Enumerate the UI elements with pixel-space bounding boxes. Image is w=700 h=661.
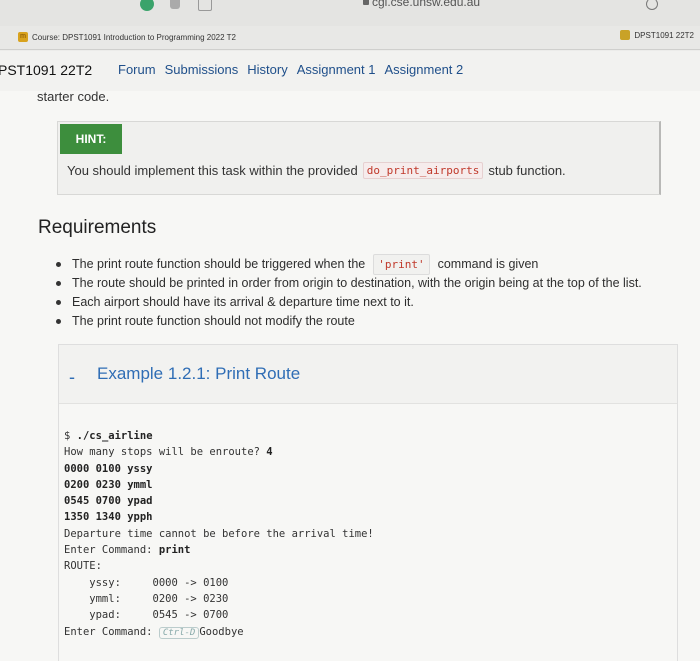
list-item: The route should be printed in order fro… <box>56 274 642 293</box>
req-item-2: The route should be printed in order fro… <box>72 276 642 290</box>
collapse-icon[interactable]: - <box>69 367 75 388</box>
req-item-1-after: command is given <box>437 257 539 271</box>
starter-text: starter code. <box>37 89 110 104</box>
course-code[interactable]: PST1091 22T2 <box>0 62 92 78</box>
hint-title: HINT: <box>60 124 122 154</box>
reader-icon[interactable] <box>198 0 212 11</box>
example-panel: - Example 1.2.1: Print Route $ ./cs_airl… <box>58 344 678 661</box>
hint-text-before: You should implement this task within th… <box>67 163 358 178</box>
req-item-3: Each airport should have its arrival & d… <box>72 295 414 309</box>
tab-dpst[interactable]: DPST1091 22T2 <box>620 30 694 40</box>
terminal-goodbye: Goodbye <box>199 625 244 638</box>
list-item: The print route function should not modi… <box>56 312 642 331</box>
hint-text-after: stub function. <box>488 163 566 178</box>
example-body: $ ./cs_airline How many stops will be en… <box>59 403 677 661</box>
terminal-route-2: ymml: 0200 -> 0230 <box>64 592 229 605</box>
example-title[interactable]: Example 1.2.1: Print Route <box>97 364 300 384</box>
url-text[interactable]: cgi.cse.unsw.edu.au <box>372 0 480 9</box>
terminal-question: How many stops will be enroute? <box>64 446 267 459</box>
grammarly-icon[interactable] <box>140 0 154 11</box>
terminal-output: $ ./cs_airline How many stops will be en… <box>64 428 374 641</box>
hint-box: HINT: You should implement this task wit… <box>57 121 661 195</box>
terminal-error: Departure time cannot be before the arri… <box>64 527 374 540</box>
terminal-route-3: ypad: 0545 -> 0700 <box>64 609 229 622</box>
moodle-favicon-icon: m <box>18 32 28 42</box>
main-content: starter code. HINT: You should implement… <box>0 89 700 661</box>
nav-submissions[interactable]: Submissions <box>165 62 239 77</box>
terminal-input-1: 0000 0100 yssy <box>64 462 153 475</box>
terminal-input-3: 0545 0700 ypad <box>64 495 153 508</box>
nav-history[interactable]: History <box>247 62 287 77</box>
address-bar[interactable]: cgi.cse.unsw.edu.au <box>0 0 700 26</box>
tab-course[interactable]: m Course: DPST1091 Introduction to Progr… <box>18 32 236 42</box>
terminal-enter-label: Enter Command: <box>64 544 159 557</box>
terminal-input-2: 0200 0230 ymml <box>64 478 153 491</box>
tab-bar: m Course: DPST1091 Introduction to Progr… <box>0 26 700 50</box>
example-toggle[interactable]: - Example 1.2.1: Print Route <box>59 345 677 403</box>
requirements-list: The print route function should be trigg… <box>56 254 642 331</box>
terminal-enter-cmd: print <box>158 544 191 557</box>
course-nav: PST1091 22T2 Forum Submissions History A… <box>0 51 700 91</box>
req-item-4: The print route function should not modi… <box>72 314 355 328</box>
terminal-input-4: 1350 1340 ypph <box>64 511 153 524</box>
bullet-icon <box>56 300 61 305</box>
list-item: The print route function should be trigg… <box>56 254 642 275</box>
bullet-icon <box>56 281 61 286</box>
requirements-heading: Requirements <box>38 217 157 238</box>
terminal-route-1: yssy: 0000 -> 0100 <box>64 576 229 589</box>
req-item-1-before: The print route function should be trigg… <box>72 257 366 271</box>
lock-icon <box>363 0 369 5</box>
nav-assignment-2[interactable]: Assignment 2 <box>384 62 463 77</box>
terminal-route-label: ROUTE: <box>64 560 102 573</box>
terminal-enter-label-2: Enter Command: <box>64 625 159 638</box>
unsw-favicon-icon <box>620 30 631 40</box>
nav-assignment-1[interactable]: Assignment 1 <box>297 62 376 77</box>
tab-dpst-title: DPST1091 22T2 <box>634 30 694 40</box>
hint-text: You should implement this task within th… <box>67 162 566 179</box>
nav-links: Forum Submissions History Assignment 1 A… <box>118 62 463 77</box>
terminal-answer: 4 <box>266 446 273 459</box>
list-item: Each airport should have its arrival & d… <box>56 293 642 312</box>
terminal-prompt: $ <box>64 430 77 442</box>
reload-icon[interactable] <box>646 0 658 10</box>
terminal-cmd: ./cs_airline <box>76 430 153 442</box>
tab-course-title: Course: DPST1091 Introduction to Program… <box>32 32 236 42</box>
req-item-1-code: 'print' <box>373 254 430 275</box>
bullet-icon <box>56 262 61 267</box>
ctrl-d-key: Ctrl-D <box>158 626 200 639</box>
hint-code: do_print_airports <box>362 162 484 179</box>
bullet-icon <box>56 319 61 324</box>
nav-forum[interactable]: Forum <box>118 62 156 77</box>
privacy-icon[interactable] <box>170 0 180 9</box>
